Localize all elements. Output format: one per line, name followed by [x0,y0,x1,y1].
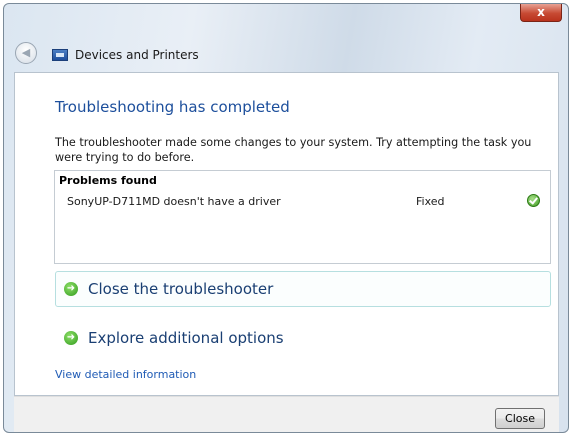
close-troubleshooter-label: Close the troubleshooter [88,280,274,298]
check-icon [527,194,540,207]
close-troubleshooter-link[interactable]: ➜ Close the troubleshooter [55,271,551,307]
problems-found-title: Problems found [59,174,157,187]
back-arrow-icon: ◀ [21,46,31,59]
explore-options-label: Explore additional options [88,329,284,347]
page-title: Troubleshooting has completed [55,98,290,116]
footer-bar: Close [14,396,559,432]
green-arrow-icon: ➜ [64,282,78,296]
window-title: Devices and Printers [75,48,199,62]
back-button[interactable]: ◀ [15,42,37,64]
green-arrow-icon: ➜ [64,331,78,345]
problem-status: Fixed [416,195,445,208]
view-detailed-info-link[interactable]: View detailed information [55,368,196,381]
explore-options-link[interactable]: ➜ Explore additional options [55,320,551,356]
close-button[interactable]: Close [495,408,545,429]
problems-found-box: Problems found SonyUP-D711MD doesn't hav… [54,170,551,264]
window-close-button[interactable]: x [520,4,562,22]
troubleshooter-window: x ◀ Devices and Printers Troubleshooting… [3,3,569,433]
devices-printers-icon [52,49,68,61]
description-text: The troubleshooter made some changes to … [55,136,532,164]
problem-name: SonyUP-D711MD doesn't have a driver [67,195,281,208]
content-pane: Troubleshooting has completed The troubl… [14,72,559,396]
